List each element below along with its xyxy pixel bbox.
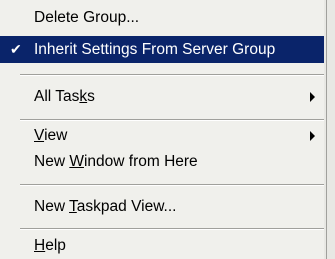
menu-item-inherit-settings[interactable]: ✔ Inherit Settings From Server Group — [0, 36, 324, 63]
menu-separator — [20, 74, 324, 76]
menu-item-label: New Window from Here — [34, 152, 198, 170]
menu-item-view[interactable]: View — [0, 122, 324, 149]
menu-separator — [20, 184, 324, 186]
submenu-arrow-icon — [310, 92, 315, 102]
menu-item-label: View — [34, 126, 68, 144]
menu-separator — [20, 119, 324, 121]
menu-item-new-window[interactable]: New Window from Here — [0, 148, 324, 175]
menu-item-new-taskpad-view[interactable]: New Taskpad View... — [0, 193, 324, 220]
menu-separator — [20, 228, 324, 230]
menu-item-delete-group[interactable]: Delete Group... — [0, 4, 324, 31]
menu-item-help[interactable]: Help — [0, 232, 324, 259]
menu-border-line — [326, 0, 327, 259]
menu-item-all-tasks[interactable]: All Tasks — [0, 83, 324, 110]
menu-item-label: New Taskpad View... — [34, 197, 177, 215]
menu-item-label: Inherit Settings From Server Group — [34, 40, 276, 58]
check-icon: ✔ — [10, 41, 22, 57]
context-menu: Delete Group... ✔ Inherit Settings From … — [0, 0, 335, 259]
menu-item-label: Delete Group... — [34, 8, 140, 26]
menu-item-label: Help — [34, 236, 66, 254]
menu-right-border — [324, 0, 335, 259]
submenu-arrow-icon — [310, 131, 315, 141]
menu-item-label: All Tasks — [34, 87, 95, 105]
